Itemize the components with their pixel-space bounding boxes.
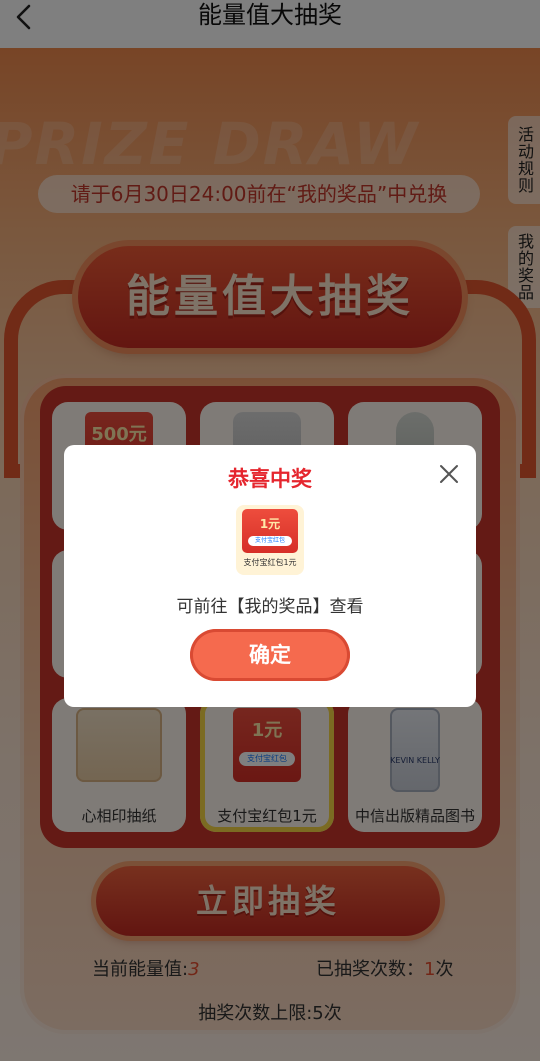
prize-thumbnail: 1元 支付宝红包 支付宝红包1元 — [236, 505, 304, 575]
prize-amount: 1元 — [259, 517, 281, 531]
confirm-button[interactable]: 确定 — [190, 629, 350, 681]
dialog-title: 恭喜中奖 — [228, 467, 312, 491]
red-envelope-image: 1元 支付宝红包 — [242, 509, 298, 553]
close-icon[interactable] — [438, 463, 460, 485]
win-dialog: 恭喜中奖 1元 支付宝红包 支付宝红包1元 可前往【我的奖品】查看 确定 — [64, 445, 476, 707]
dialog-hint: 可前往【我的奖品】查看 — [176, 597, 364, 617]
alipay-brand: 支付宝红包 — [248, 536, 292, 546]
prize-name: 支付宝红包1元 — [243, 558, 297, 567]
